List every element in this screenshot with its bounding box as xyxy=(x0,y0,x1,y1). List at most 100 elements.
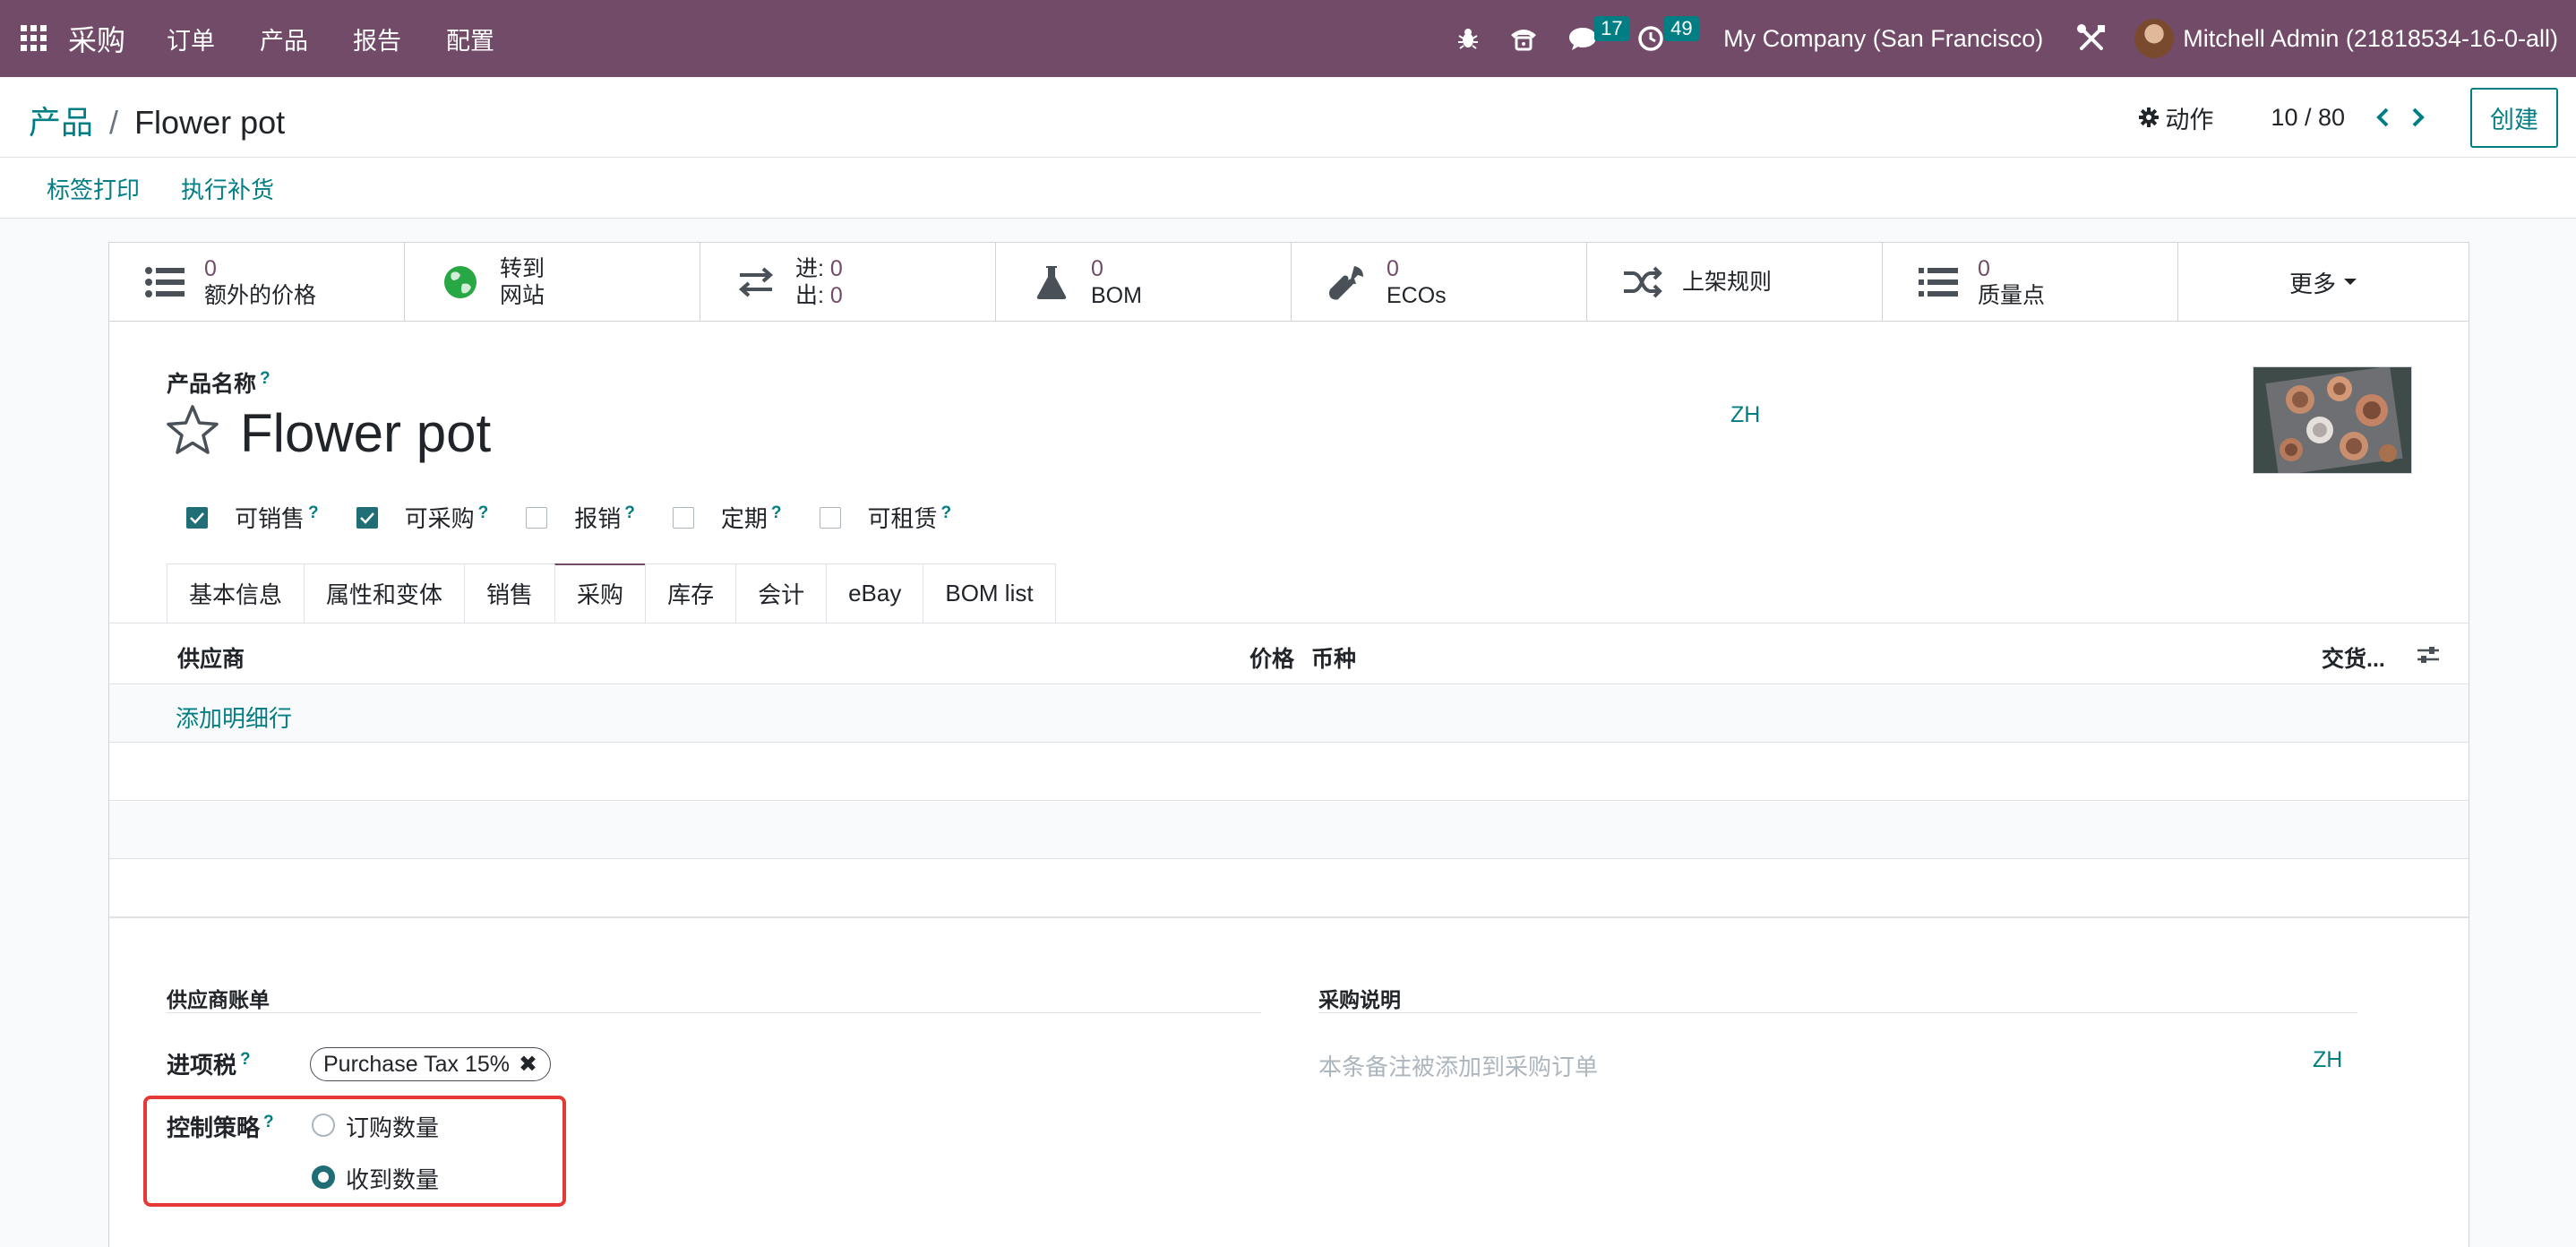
action-menu[interactable]: 动作 xyxy=(2138,100,2213,135)
app-menu-icon[interactable] xyxy=(0,0,68,77)
bom-label: BOM xyxy=(1091,283,1142,308)
product-name-label: 产品名称? xyxy=(167,368,270,397)
ordered-quantity-radio[interactable] xyxy=(312,1114,335,1137)
column-delivery[interactable]: 交货... xyxy=(2322,641,2385,674)
chevron-right-icon xyxy=(2412,108,2425,127)
ecos-count: 0 xyxy=(1387,256,1399,281)
received-quantity-label[interactable]: 收到数量 xyxy=(346,1162,439,1195)
ecos-label: ECOs xyxy=(1387,283,1447,308)
action-label: 动作 xyxy=(2165,106,2214,133)
bug-icon[interactable] xyxy=(1446,0,1490,77)
purchase-description-title: 采购说明 xyxy=(1318,988,1401,1011)
received-quantity-radio[interactable] xyxy=(312,1165,335,1189)
menu-orders[interactable]: 订单 xyxy=(167,22,215,56)
user-menu[interactable]: Mitchell Admin (21818534-16-0-all) xyxy=(2134,19,2558,58)
table-bottom-border xyxy=(109,916,2469,918)
section-divider xyxy=(167,1012,1261,1013)
transfer-icon xyxy=(734,261,777,304)
messages-icon[interactable]: 17 xyxy=(1557,0,1629,77)
form-sheet: 0 额外的价格 转到 网站 进: 0 出: 0 0 BOM 0 ECOs 上架规… xyxy=(108,242,2469,1247)
smart-button-in-out[interactable]: 进: 0 出: 0 xyxy=(700,243,996,322)
tab-inventory[interactable]: 库存 xyxy=(645,563,737,623)
more-label: 更多 xyxy=(2288,270,2336,297)
pager-previous-button[interactable] xyxy=(2365,99,2400,135)
putaway-rules-label: 上架规则 xyxy=(1682,270,1773,295)
remove-tag-icon[interactable]: ✖ xyxy=(519,1051,537,1078)
control-panel: 产品 / Flower pot 动作 10 / 80 创建 xyxy=(0,77,2576,158)
tab-accounting[interactable]: 会计 xyxy=(735,563,828,623)
pager-next-button[interactable] xyxy=(2400,99,2436,135)
tab-attributes-variants[interactable]: 属性和变体 xyxy=(304,563,466,623)
vendor-taxes-label: 进项税? xyxy=(167,1050,251,1079)
globe-icon xyxy=(439,261,482,304)
activities-icon[interactable]: 49 xyxy=(1627,0,1700,77)
top-navbar: 采购 订单 产品 报告 配置 17 49 My Company (San Fra… xyxy=(0,0,2576,77)
column-price[interactable]: 价格 xyxy=(1249,641,1294,674)
menu-reports[interactable]: 报告 xyxy=(353,22,401,56)
table-row: 添加明细行 xyxy=(109,685,2469,743)
smart-button-website[interactable]: 转到 网站 xyxy=(405,243,700,322)
form-header: 标签打印 执行补货 xyxy=(0,158,2576,219)
subscription-checkbox[interactable] xyxy=(672,506,694,529)
extra-prices-label: 额外的价格 xyxy=(204,283,317,308)
tab-purchase[interactable]: 采购 xyxy=(554,563,647,623)
can-be-sold-checkbox[interactable] xyxy=(186,506,208,529)
replenish-button[interactable]: 执行补货 xyxy=(181,172,274,205)
caret-down-icon xyxy=(2344,279,2357,285)
phone-icon[interactable] xyxy=(1490,0,1557,77)
subscription-label: 定期? xyxy=(720,503,782,532)
tab-general-info[interactable]: 基本信息 xyxy=(167,563,305,623)
purchase-description-field[interactable]: 本条备注被添加到采购订单 xyxy=(1318,1049,1598,1082)
smart-button-extra-prices[interactable]: 0 额外的价格 xyxy=(109,243,405,322)
product-name-language-button[interactable]: ZH xyxy=(1730,402,1760,428)
smart-button-putaway-rules[interactable]: 上架规则 xyxy=(1587,243,1883,322)
can-be-rented-checkbox[interactable] xyxy=(819,506,841,529)
menu-configuration[interactable]: 配置 xyxy=(446,22,494,56)
shuffle-icon xyxy=(1621,261,1664,304)
create-button[interactable]: 创建 xyxy=(2470,87,2558,148)
pager-value[interactable]: 10 / 80 xyxy=(2271,104,2345,132)
column-vendor[interactable]: 供应商 xyxy=(177,641,245,674)
optional-columns-icon[interactable] xyxy=(2417,643,2440,673)
tools-icon[interactable] xyxy=(2074,0,2109,77)
messages-badge: 17 xyxy=(1594,16,1629,41)
ordered-quantity-label[interactable]: 订购数量 xyxy=(346,1110,439,1143)
list-icon xyxy=(1917,261,1960,304)
app-name[interactable]: 采购 xyxy=(68,18,125,59)
vendor-table-header: 供应商 价格 币种 交货... xyxy=(109,624,2469,684)
smart-buttons: 0 额外的价格 转到 网站 进: 0 出: 0 0 BOM 0 ECOs 上架规… xyxy=(109,243,2469,322)
tab-ebay[interactable]: eBay xyxy=(826,563,924,623)
favorite-star-icon[interactable] xyxy=(165,404,220,464)
print-labels-button[interactable]: 标签打印 xyxy=(47,172,140,205)
list-icon xyxy=(143,261,186,304)
tab-sales[interactable]: 销售 xyxy=(464,563,556,623)
purchase-description-language-button[interactable]: ZH xyxy=(2313,1047,2342,1073)
can-be-expensed-checkbox[interactable] xyxy=(526,506,548,529)
more-button[interactable]: 更多 xyxy=(2178,243,2469,322)
product-image[interactable] xyxy=(2253,366,2412,474)
vendor-bills-title: 供应商账单 xyxy=(167,988,270,1011)
out-value: 0 xyxy=(829,283,843,308)
can-be-sold-label: 可销售? xyxy=(235,503,319,532)
help-icon[interactable]: ? xyxy=(260,369,270,388)
website-label: 网站 xyxy=(500,283,545,308)
check-icon xyxy=(359,512,374,524)
smart-button-bom[interactable]: 0 BOM xyxy=(996,243,1292,322)
smart-button-quality-points[interactable]: 0 质量点 xyxy=(1883,243,2178,322)
menu-products[interactable]: 产品 xyxy=(260,22,308,56)
can-be-purchased-checkbox[interactable] xyxy=(356,506,378,529)
breadcrumb-current: Flower pot xyxy=(134,104,286,141)
add-line-link[interactable]: 添加明细行 xyxy=(176,701,292,734)
notebook-tabs: 基本信息 属性和变体 销售 采购 库存 会计 eBay BOM list xyxy=(167,563,1056,623)
website-goto: 转到 xyxy=(500,256,545,281)
table-row xyxy=(109,744,2469,801)
company-switcher[interactable]: My Company (San Francisco) xyxy=(1723,25,2043,53)
product-name-field[interactable]: Flower pot xyxy=(240,402,491,464)
column-currency[interactable]: 币种 xyxy=(1311,641,1356,674)
breadcrumb-products[interactable]: 产品 xyxy=(29,104,93,141)
tab-bom-list[interactable]: BOM list xyxy=(923,563,1056,623)
control-policy-label: 控制策略? xyxy=(167,1113,274,1141)
purchase-tax-tag[interactable]: Purchase Tax 15% ✖ xyxy=(310,1047,551,1081)
smart-button-ecos[interactable]: 0 ECOs xyxy=(1292,243,1587,322)
purchase-tax-tag-label: Purchase Tax 15% xyxy=(323,1051,510,1077)
